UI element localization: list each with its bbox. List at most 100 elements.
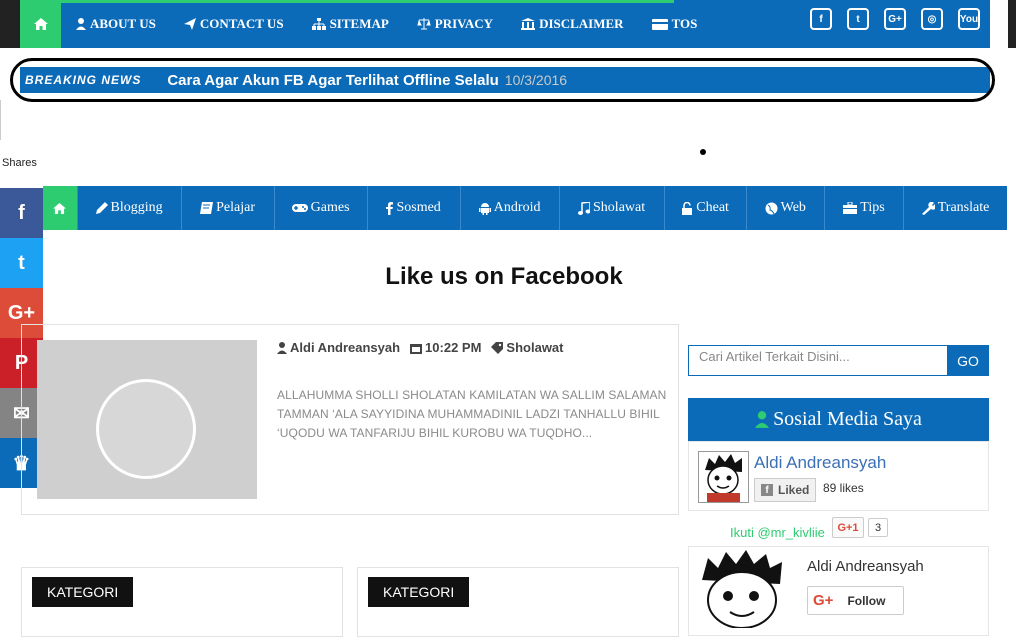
category-android[interactable]: Android (459, 186, 559, 230)
facebook-icon: f (761, 484, 773, 496)
social-icons: f t G+ ◎ You (800, 8, 980, 30)
instagram-icon[interactable]: ◎ (921, 8, 943, 30)
google-plus-icon: G+ (813, 592, 834, 609)
category-cheat[interactable]: Cheat (663, 186, 746, 230)
google-plus-follow-button[interactable]: G+ Follow (807, 586, 904, 615)
android-icon (478, 202, 494, 215)
cartoon-avatar-icon (702, 550, 782, 629)
liked-label: Liked (778, 483, 810, 497)
social-widget-title: Sosial Media Saya (773, 408, 922, 430)
top-nav-label: PRIVACY (434, 16, 494, 31)
category-label: Translate (937, 200, 990, 215)
kategori-label: KATEGORI (32, 577, 134, 607)
post-time-text: 10:22 PM (425, 340, 482, 355)
facebook-share-icon[interactable]: f (0, 188, 43, 238)
category-label: Sosmed (396, 200, 441, 215)
twitter-icon[interactable]: t (847, 8, 869, 30)
google-plus-one-button[interactable]: G+1 (832, 517, 864, 538)
facebook-page-avatar[interactable] (698, 451, 749, 503)
kategori-label: KATEGORI (368, 577, 470, 607)
calendar-icon (410, 343, 423, 354)
post-category[interactable]: Sholawat (491, 340, 564, 355)
category-sosmed[interactable]: Sosmed (366, 186, 460, 230)
search-input[interactable]: Cari Artikel Terkait Disini... (688, 345, 948, 376)
category-tips[interactable]: Tips (823, 186, 903, 230)
top-nav-label: SITEMAP (329, 16, 389, 31)
top-nav-disclaimer[interactable]: DISCLAIMER (521, 16, 624, 32)
category-home-button[interactable] (43, 186, 77, 230)
briefcase-icon (843, 202, 860, 214)
post-author[interactable]: Aldi Andreansyah (277, 340, 400, 355)
top-nav-sitemap[interactable]: SITEMAP (311, 16, 389, 32)
top-nav-label: ABOUT US (90, 16, 156, 31)
shares-label: Shares (2, 157, 37, 169)
user-icon (76, 18, 90, 30)
google-plus-name[interactable]: Aldi Andreansyah (807, 558, 924, 575)
wrench-icon (921, 201, 938, 215)
unlock-icon (681, 201, 696, 215)
category-label: Blogging (110, 200, 163, 215)
follow-label: Follow (847, 593, 886, 608)
like-us-title: Like us on Facebook (385, 263, 623, 290)
paper-plane-icon (183, 18, 200, 30)
top-nav-label: DISCLAIMER (539, 16, 624, 31)
top-nav-tos[interactable]: TOS (651, 16, 698, 32)
book-icon (200, 202, 216, 214)
post-meta: Aldi Andreansyah 10:22 PM Sholawat (277, 340, 574, 355)
pencil-icon (95, 202, 111, 214)
facebook-liked-button[interactable]: f Liked (754, 478, 817, 502)
globe-icon (765, 202, 781, 215)
facebook-icon[interactable]: f (810, 8, 832, 30)
top-edge-left (0, 0, 20, 48)
top-nav-label: TOS (671, 16, 698, 31)
home-icon (53, 202, 67, 214)
category-label: Web (780, 200, 806, 215)
highlight-oval (10, 58, 995, 102)
post-author-name: Aldi Andreansyah (290, 340, 401, 355)
category-translate[interactable]: Translate (903, 186, 1007, 230)
category-nav: Blogging Pelajar Games Sosmed Android Sholawa… (43, 186, 1007, 230)
user-icon (755, 411, 770, 428)
ikuti-link[interactable]: Ikuti @mr_kivliie (730, 525, 825, 540)
music-icon (578, 201, 593, 215)
thumbnail-placeholder-circle (96, 379, 196, 479)
category-games[interactable]: Games (273, 186, 367, 230)
home-icon (33, 18, 48, 30)
scale-icon (417, 18, 435, 30)
sitemap-icon (311, 18, 330, 30)
gamepad-icon (291, 203, 311, 213)
post-time: 10:22 PM (410, 340, 481, 355)
category-blogging[interactable]: Blogging (76, 186, 181, 230)
facebook-icon (386, 201, 396, 215)
social-widget-header: Sosial Media Saya (688, 398, 989, 441)
facebook-page-name[interactable]: Aldi Andreansyah (754, 453, 886, 473)
category-label: Pelajar (216, 200, 256, 215)
facebook-likes-count: 89 likes (823, 481, 864, 495)
category-web[interactable]: Web (745, 186, 824, 230)
category-label: Android (493, 200, 541, 215)
youtube-icon[interactable]: You (958, 8, 980, 30)
category-pelajar[interactable]: Pelajar (180, 186, 274, 230)
category-label: Games (310, 200, 350, 215)
category-label: Sholawat (593, 200, 646, 215)
search-go-button[interactable]: GO (947, 345, 989, 376)
category-label: Cheat (696, 200, 729, 215)
top-nav-privacy[interactable]: PRIVACY (417, 16, 493, 32)
top-edge-right (1008, 0, 1016, 48)
top-nav-links: ABOUT US CONTACT US SITEMAP PRIVACY DISCLAIM… (62, 0, 711, 48)
top-nav-label: CONTACT US (199, 16, 284, 31)
card-icon (651, 18, 672, 30)
top-nav-contact-us[interactable]: CONTACT US (183, 16, 284, 32)
bank-icon (521, 18, 539, 30)
google-plus-count: 3 (868, 518, 888, 537)
category-sholawat[interactable]: Sholawat (558, 186, 664, 230)
top-nav-about-us[interactable]: ABOUT US (76, 16, 156, 32)
post-excerpt: ALLAHUMMA SHOLLI SHOLATAN KAMILATAN WA S… (277, 388, 667, 440)
category-label: Tips (860, 200, 885, 215)
google-plus-avatar[interactable] (690, 548, 798, 629)
user-icon (277, 341, 287, 354)
google-plus-icon[interactable]: G+ (884, 8, 906, 30)
divider (0, 100, 1, 140)
home-button[interactable] (20, 0, 61, 48)
tag-icon (491, 341, 504, 354)
